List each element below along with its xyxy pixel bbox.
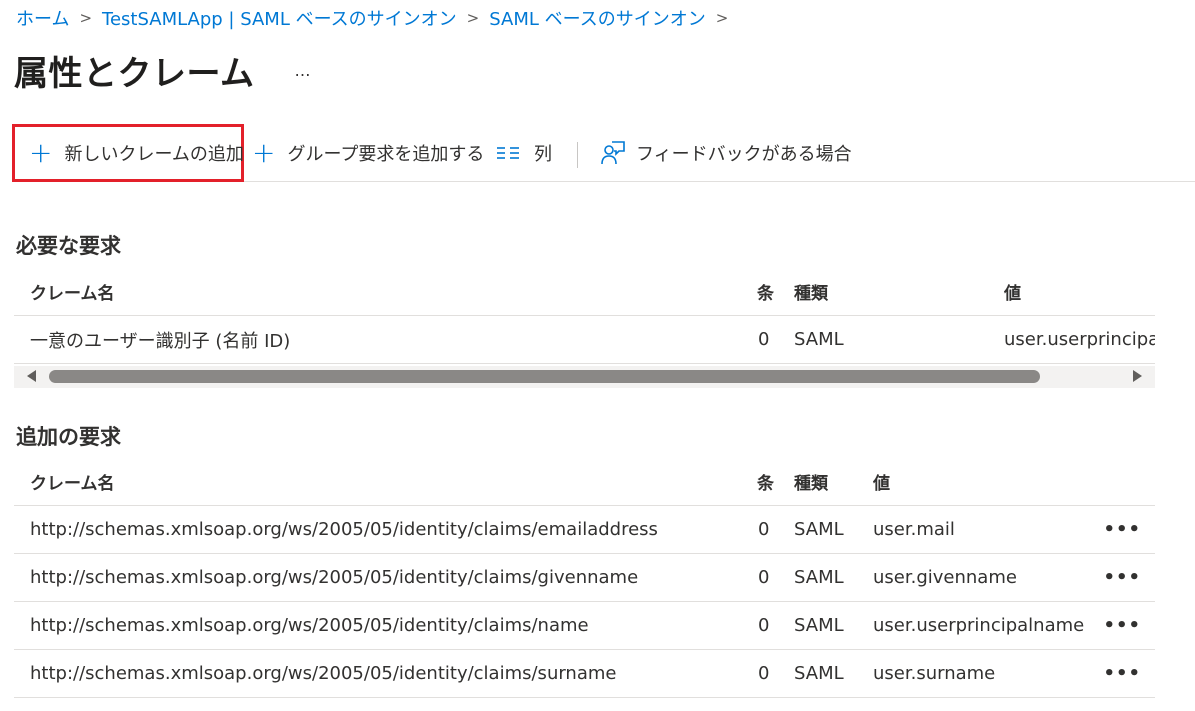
type-cell: SAML xyxy=(794,615,844,636)
columns-icon xyxy=(496,146,520,160)
claim-name-cell: http://schemas.xmlsoap.org/ws/2005/05/id… xyxy=(30,519,658,540)
add-group-claim-label: グループ要求を追加する xyxy=(287,144,485,165)
column-header-value[interactable]: 値 xyxy=(1004,268,1021,315)
feedback-label: フィードバックがある場合 xyxy=(636,144,852,165)
condition-cell: 0 xyxy=(758,663,770,684)
column-header-claim-name[interactable]: クレーム名 xyxy=(30,458,115,505)
chevron-right-icon: > xyxy=(715,9,729,27)
type-cell: SAML xyxy=(794,519,844,540)
page-title: 属性とクレーム xyxy=(14,54,255,94)
condition-cell: 0 xyxy=(758,519,770,540)
add-group-claim-button[interactable]: + グループ要求を追加する xyxy=(252,124,484,182)
columns-button[interactable]: 列 xyxy=(496,124,552,182)
additional-claims-table: クレーム名 条 種類 値 http://schemas.xmlsoap.org/… xyxy=(14,458,1155,698)
column-header-type[interactable]: 種類 xyxy=(794,458,828,505)
column-header-condition[interactable]: 条 xyxy=(757,268,774,315)
value-cell: user.userprincipa xyxy=(1004,329,1155,350)
table-row[interactable]: http://schemas.xmlsoap.org/ws/2005/05/id… xyxy=(14,554,1155,602)
chevron-right-icon: > xyxy=(79,9,93,27)
required-claims-heading: 必要な要求 xyxy=(16,234,121,258)
required-claims-table: クレーム名 条 種類 値 一意のユーザー識別子 (名前 ID) 0 SAML u… xyxy=(14,268,1155,364)
column-header-claim-name[interactable]: クレーム名 xyxy=(30,268,115,315)
table-row[interactable]: http://schemas.xmlsoap.org/ws/2005/05/id… xyxy=(14,650,1155,698)
breadcrumb-home[interactable]: ホーム xyxy=(16,5,69,31)
condition-cell: 0 xyxy=(758,329,770,350)
value-cell: user.givenname xyxy=(873,567,1017,588)
chevron-right-icon: > xyxy=(466,9,480,27)
claim-name-cell: http://schemas.xmlsoap.org/ws/2005/05/id… xyxy=(30,567,639,588)
row-more-actions-button[interactable]: ••• xyxy=(1103,602,1141,649)
plus-icon: + xyxy=(252,136,276,169)
scrollbar-thumb[interactable] xyxy=(49,370,1040,383)
breadcrumb-app[interactable]: TestSAMLApp | SAML ベースのサインオン xyxy=(102,5,457,31)
row-more-actions-button[interactable]: ••• xyxy=(1103,554,1141,601)
more-options-button[interactable]: … xyxy=(294,61,311,80)
breadcrumb: ホーム > TestSAMLApp | SAML ベースのサインオン > SAM… xyxy=(16,6,738,30)
toolbar-divider xyxy=(577,142,578,168)
condition-cell: 0 xyxy=(758,567,770,588)
row-more-actions-button[interactable]: ••• xyxy=(1103,506,1141,553)
add-new-claim-button[interactable]: + 新しいクレームの追加 xyxy=(12,124,244,182)
table-row[interactable]: http://schemas.xmlsoap.org/ws/2005/05/id… xyxy=(14,602,1155,650)
title-row: 属性とクレーム … xyxy=(14,46,311,95)
condition-cell: 0 xyxy=(758,615,770,636)
columns-label: 列 xyxy=(534,144,552,165)
page-root: ホーム > TestSAMLApp | SAML ベースのサインオン > SAM… xyxy=(0,0,1195,711)
column-header-condition[interactable]: 条 xyxy=(757,458,774,505)
feedback-button[interactable]: フィードバックがある場合 xyxy=(600,124,852,182)
claim-name-cell: http://schemas.xmlsoap.org/ws/2005/05/id… xyxy=(30,663,617,684)
scroll-left-icon[interactable] xyxy=(27,370,36,382)
column-header-value[interactable]: 値 xyxy=(873,458,890,505)
type-cell: SAML xyxy=(794,567,844,588)
horizontal-scrollbar[interactable] xyxy=(14,366,1155,388)
breadcrumb-saml-signon[interactable]: SAML ベースのサインオン xyxy=(489,5,705,31)
claim-name-cell: http://schemas.xmlsoap.org/ws/2005/05/id… xyxy=(30,615,589,636)
table-row[interactable]: http://schemas.xmlsoap.org/ws/2005/05/id… xyxy=(14,506,1155,554)
row-more-actions-button[interactable]: ••• xyxy=(1103,650,1141,697)
additional-claims-heading: 追加の要求 xyxy=(16,425,121,449)
value-cell: user.surname xyxy=(873,663,996,684)
command-bar: + 新しいクレームの追加 + グループ要求を追加する 列 フィードバックがある場… xyxy=(12,124,1195,182)
scroll-right-icon[interactable] xyxy=(1133,370,1142,382)
value-cell: user.userprincipalname xyxy=(873,615,1085,636)
claim-name-cell: 一意のユーザー識別子 (名前 ID) xyxy=(30,330,291,352)
column-header-type[interactable]: 種類 xyxy=(794,268,828,315)
table-header-row: クレーム名 条 種類 値 xyxy=(14,268,1155,316)
table-row[interactable]: 一意のユーザー識別子 (名前 ID) 0 SAML user.userprinc… xyxy=(14,316,1155,364)
value-cell: user.mail xyxy=(873,519,955,540)
plus-icon: + xyxy=(29,136,53,169)
type-cell: SAML xyxy=(794,663,844,684)
add-new-claim-label: 新しいクレームの追加 xyxy=(64,144,244,165)
feedback-icon xyxy=(600,140,626,166)
table-header-row: クレーム名 条 種類 値 xyxy=(14,458,1155,506)
type-cell: SAML xyxy=(794,329,844,350)
